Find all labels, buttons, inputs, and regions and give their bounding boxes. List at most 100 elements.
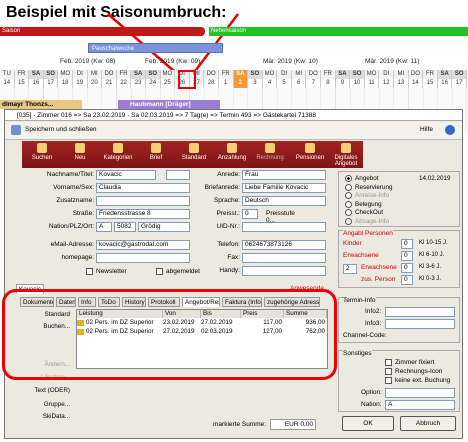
status-radio[interactable] bbox=[345, 200, 352, 208]
save-close-button[interactable]: Speichern und schließen bbox=[25, 126, 97, 133]
day-number[interactable]: 9 bbox=[335, 79, 351, 88]
day-number[interactable]: 13 bbox=[394, 79, 409, 88]
day-number[interactable]: 5 bbox=[277, 79, 292, 88]
abgemeldet-checkbox[interactable] bbox=[156, 268, 163, 275]
season-bar[interactable]: Saison bbox=[0, 27, 205, 36]
day-number[interactable]: 2 bbox=[233, 79, 249, 88]
rechnung-checkbox[interactable] bbox=[385, 368, 392, 375]
day-number[interactable]: 6 bbox=[291, 79, 307, 88]
offseason-bar[interactable]: Nebensaison bbox=[209, 27, 468, 36]
status-radio[interactable] bbox=[345, 175, 352, 182]
telefon-input[interactable]: 0624673873126 bbox=[242, 240, 326, 250]
day-number[interactable]: 14 bbox=[408, 79, 424, 88]
day-number[interactable]: 14 bbox=[0, 79, 15, 88]
briefanrede-select[interactable]: Liebe Familie Kovacic bbox=[242, 183, 326, 193]
day-number[interactable]: 24 bbox=[145, 79, 161, 88]
strasse-input[interactable]: Friedensstrasse 8 bbox=[96, 209, 190, 219]
keine-label: keine ext. Buchung bbox=[395, 377, 451, 384]
side-action[interactable]: Text (ODER) bbox=[20, 387, 70, 394]
toolbar-brief-button[interactable]: Brief bbox=[136, 143, 176, 161]
booking-left[interactable]: dlmayr Thonzs... bbox=[0, 100, 82, 109]
uid-input[interactable] bbox=[242, 222, 326, 232]
toolbar-digitales-angebot-button[interactable]: Digitales Angebot bbox=[326, 143, 366, 167]
kinder-count-1[interactable]: 0 bbox=[401, 239, 413, 249]
title-input[interactable] bbox=[166, 170, 190, 180]
day-number[interactable]: 10 bbox=[350, 79, 365, 88]
info2-input[interactable] bbox=[385, 307, 455, 317]
label-sprache: Sprache: bbox=[213, 197, 240, 204]
zimmer-checkbox[interactable] bbox=[385, 359, 392, 366]
day-number[interactable]: 21 bbox=[102, 79, 117, 88]
day-number[interactable]: 23 bbox=[131, 79, 146, 88]
newsletter-checkbox[interactable] bbox=[86, 268, 93, 275]
zimmer-label: Zimmer fixiert bbox=[395, 359, 435, 366]
status-radio[interactable] bbox=[345, 192, 352, 199]
toolbar-suchen-button[interactable]: Suchen bbox=[22, 143, 62, 161]
day-number[interactable]: 11 bbox=[364, 79, 380, 88]
day-number[interactable]: 25 bbox=[160, 79, 176, 88]
abbruch-button[interactable]: Abbruch bbox=[400, 416, 456, 431]
package-week-bar[interactable]: Pauschalwoche bbox=[88, 43, 223, 53]
day-number[interactable]: 16 bbox=[437, 79, 453, 88]
day-number[interactable]: 15 bbox=[14, 79, 30, 88]
day-number[interactable]: 15 bbox=[423, 79, 438, 88]
erwachsene-count[interactable]: 2 bbox=[343, 264, 357, 274]
toolbar-icon bbox=[341, 143, 351, 153]
ort-input[interactable]: Grödig bbox=[138, 222, 190, 232]
day-number[interactable]: 22 bbox=[116, 79, 132, 88]
kinder-count-4[interactable]: 0 bbox=[401, 275, 413, 285]
day-name: SA bbox=[233, 70, 249, 79]
status-radio[interactable] bbox=[345, 183, 352, 191]
zusatz-input[interactable] bbox=[96, 196, 190, 206]
toolbar-anzahlung-button[interactable]: Anzahlung bbox=[212, 143, 252, 161]
plz-input[interactable]: 5082 bbox=[114, 222, 136, 232]
day-number[interactable]: 19 bbox=[72, 79, 88, 88]
fax-input[interactable] bbox=[242, 253, 326, 263]
kinder-count-3[interactable]: 0 bbox=[401, 263, 413, 273]
kinder-count-2[interactable]: 0 bbox=[401, 251, 413, 261]
info3-input[interactable] bbox=[385, 319, 455, 329]
toolbar-neu-button[interactable]: Neu bbox=[60, 143, 100, 161]
keine-checkbox[interactable] bbox=[385, 377, 392, 384]
day-number[interactable]: 17 bbox=[43, 79, 59, 88]
sprache-select[interactable]: Deutsch bbox=[242, 196, 326, 206]
preisst-input[interactable]: 0 bbox=[242, 209, 258, 219]
homepage-input[interactable] bbox=[96, 253, 190, 263]
toolbar-pensionen-button[interactable]: Pensionen bbox=[290, 143, 330, 161]
status-radio[interactable] bbox=[345, 217, 352, 225]
side-action[interactable]: SkiData... bbox=[20, 413, 70, 420]
toolbar-label: Neu bbox=[74, 155, 86, 161]
name-input[interactable]: Kovacic bbox=[96, 170, 156, 180]
day-number[interactable]: 8 bbox=[321, 79, 336, 88]
status-radio[interactable] bbox=[345, 209, 352, 216]
label-nation: Nation/PLZ/Ort: bbox=[48, 223, 94, 230]
toolbar-icon bbox=[305, 143, 315, 153]
sonstiges-title: Sonstiges bbox=[343, 350, 372, 357]
day-number[interactable]: 12 bbox=[379, 79, 395, 88]
label-homepage: homepage: bbox=[61, 254, 94, 261]
toolbar-kategorien-button[interactable]: Kategorien bbox=[98, 143, 138, 161]
day-number[interactable]: 7 bbox=[306, 79, 322, 88]
status-option-label: Belegung bbox=[355, 200, 382, 208]
day-number[interactable]: 17 bbox=[452, 79, 467, 88]
day-number[interactable]: 16 bbox=[29, 79, 44, 88]
booking-haubmann[interactable]: Haubmann [Dräger] bbox=[118, 100, 220, 109]
day-number[interactable]: 4 bbox=[262, 79, 278, 88]
toolbar-rechnung-button[interactable]: Rechnung bbox=[250, 143, 290, 161]
toolbar-standard-button[interactable]: Standard bbox=[174, 143, 214, 161]
day-number[interactable]: 18 bbox=[58, 79, 73, 88]
nation-input[interactable]: A bbox=[96, 222, 112, 232]
day-number[interactable]: 3 bbox=[248, 79, 263, 88]
day-number[interactable]: 1 bbox=[218, 79, 234, 88]
side-action[interactable]: Gruppe... bbox=[20, 401, 70, 408]
option-select[interactable] bbox=[385, 388, 455, 398]
nation-select[interactable]: A bbox=[385, 400, 455, 410]
help-button[interactable]: Hilfe bbox=[420, 126, 433, 133]
vorname-input[interactable]: Claudia bbox=[96, 183, 190, 193]
anrede-select[interactable]: Frau bbox=[242, 170, 326, 180]
ok-button[interactable]: OK bbox=[342, 416, 394, 431]
day-number[interactable]: 28 bbox=[204, 79, 219, 88]
day-number[interactable]: 20 bbox=[87, 79, 103, 88]
email-input[interactable]: kovacic@gastrodat.com bbox=[96, 240, 190, 250]
handy-input[interactable] bbox=[242, 266, 326, 276]
